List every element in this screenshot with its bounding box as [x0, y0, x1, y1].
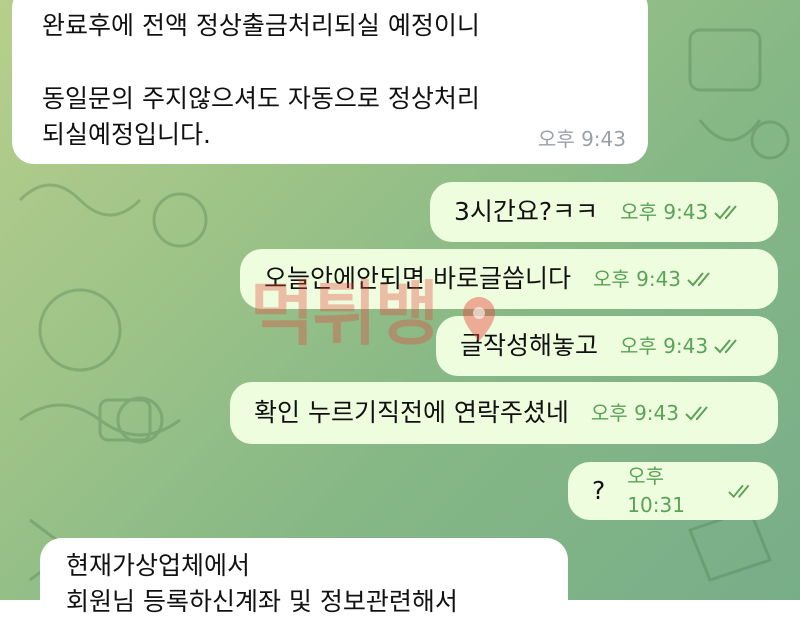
- message-text: 글작성해놓고: [460, 330, 599, 360]
- message-bubble-outgoing[interactable]: 3시간요?ㅋㅋ 오후 9:43: [430, 182, 778, 242]
- message-bubble-outgoing[interactable]: 오늘안에안되면 바로글씁니다 오후 9:43: [240, 249, 778, 309]
- message-meta: 오후 9:43: [591, 399, 715, 428]
- read-double-check-icon: [687, 272, 710, 287]
- message-time: 오후 9:43: [620, 333, 709, 358]
- message-bubble-outgoing[interactable]: 확인 누르기직전에 연락주셨네 오후 9:43: [230, 382, 778, 444]
- message-text: 오늘안에안되면 바로글씁니다: [264, 263, 571, 293]
- message-text: 현재가상업체에서 회원님 등록하신계좌 및 정보관련해서: [66, 551, 458, 617]
- message-bubble-outgoing[interactable]: ? 오후 10:31: [568, 462, 778, 520]
- read-double-check-icon: [685, 406, 708, 421]
- message-time: 오후 10:31: [627, 464, 685, 517]
- read-double-check-icon: [714, 339, 737, 354]
- message-text: 3시간요?ㅋㅋ: [454, 196, 599, 226]
- message-time: 오후 9:43: [620, 199, 709, 224]
- message-meta: 오후 9:43: [593, 265, 717, 294]
- message-text: 완료후에 전액 정상출금처리되실 예정이니 동일문의 주지않으셔도 자동으로 정…: [42, 11, 480, 149]
- message-meta: 오후 10:31: [627, 462, 756, 520]
- message-meta: 오후 9:43: [620, 198, 744, 227]
- message-bubble-outgoing[interactable]: 글작성해놓고 오후 9:43: [436, 316, 778, 376]
- read-double-check-icon: [728, 484, 750, 499]
- message-text: 확인 누르기직전에 연락주셨네: [254, 397, 569, 427]
- read-double-check-icon: [714, 205, 738, 220]
- message-meta: 오후 9:43: [620, 332, 744, 361]
- message-bubble-incoming[interactable]: 현재가상업체에서 회원님 등록하신계좌 및 정보관련해서: [40, 538, 568, 628]
- message-bubble-incoming[interactable]: 완료후에 전액 정상출금처리되실 예정이니 동일문의 주지않으셔도 자동으로 정…: [12, 0, 648, 164]
- message-time: 오후 9:43: [537, 127, 626, 151]
- message-time: 오후 9:43: [590, 400, 679, 425]
- message-time: 오후 9:43: [592, 266, 682, 291]
- message-text: ?: [592, 475, 606, 505]
